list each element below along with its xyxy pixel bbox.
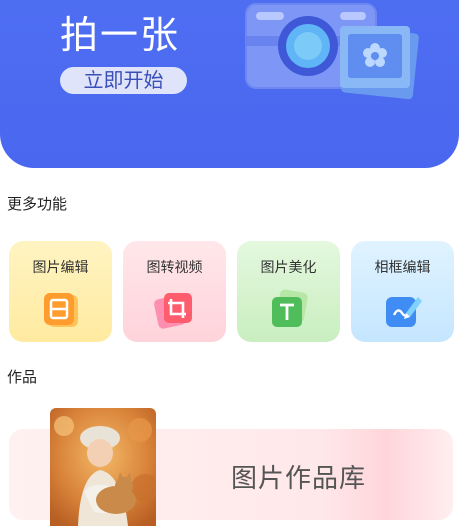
camera-icon: [245, 3, 419, 100]
gallery-label: 图片作品库: [231, 464, 367, 494]
feature-image-edit[interactable]: 图片编辑: [9, 241, 112, 342]
more-features-title: 更多功能: [7, 195, 68, 213]
feature-label: 图片美化: [260, 260, 317, 276]
start-now-button[interactable]: 立即开始: [60, 67, 187, 94]
feature-label: 图转视频: [146, 260, 203, 276]
feature-label: 相框编辑: [374, 260, 431, 276]
hero-title: 拍一张: [60, 13, 181, 57]
works-title: 作品: [7, 368, 38, 386]
edit-document-icon: [43, 293, 78, 327]
crop-video-icon: [153, 293, 192, 329]
feature-frame-edit[interactable]: 相框编辑: [351, 241, 454, 342]
feature-label: 图片编辑: [32, 260, 89, 276]
feature-image-beautify[interactable]: 图片美化: [237, 241, 340, 342]
text-beautify-icon: [271, 289, 308, 327]
child-with-cat-photo: [50, 408, 156, 526]
feature-image-to-video[interactable]: 图转视频: [123, 241, 226, 342]
hero-banner: 拍一张 立即开始: [0, 0, 459, 168]
pen-frame-icon: [385, 297, 422, 327]
